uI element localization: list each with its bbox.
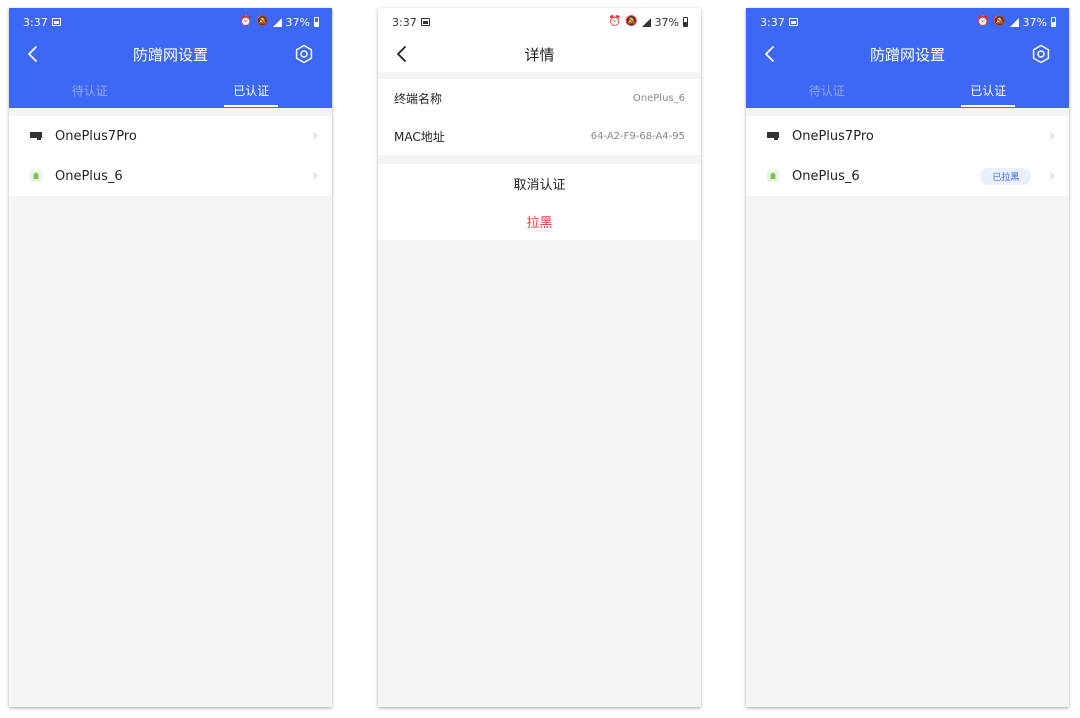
chevron-right-icon: › <box>1049 168 1055 184</box>
chevron-right-icon: › <box>1049 128 1055 144</box>
battery-percent: 37% <box>1022 15 1047 29</box>
status-bar: 3:37 ⏰ 🔕 37% <box>378 8 701 36</box>
status-time: 3:37 <box>392 15 417 29</box>
device-list: OnePlus7Pro › OnePlus_6 › <box>9 116 332 196</box>
mute-icon: 🔕 <box>256 16 269 27</box>
gear-icon[interactable] <box>294 44 314 64</box>
battery-icon <box>683 17 688 27</box>
mute-icon: 🔕 <box>625 16 638 27</box>
info-value: 64-A2-F9-68-A4-95 <box>590 130 685 142</box>
page-title: 防蹭网设置 <box>132 45 208 64</box>
tab-authenticated[interactable]: 已认证 <box>908 72 1070 108</box>
battery-percent: 37% <box>654 15 679 29</box>
monitor-icon <box>766 129 780 143</box>
phone-screen-device-details: 3:37 ⏰ 🔕 37% 详情 终端名称 OnePlus_6 MAC地址 64-… <box>378 8 701 707</box>
tab-authenticated[interactable]: 已认证 <box>171 72 333 108</box>
tab-bar: 待认证 已认证 <box>9 72 332 108</box>
battery-icon <box>1051 17 1056 27</box>
image-notification-icon <box>51 18 61 26</box>
android-icon <box>29 169 43 183</box>
cancel-auth-button[interactable]: 取消认证 <box>378 164 701 202</box>
device-row[interactable]: OnePlus_6 已拉黑 › <box>746 156 1069 196</box>
monitor-icon <box>29 129 43 143</box>
phone-screen-authenticated-list: 3:37 ⏰ 🔕 37% 防蹭网设置 待认证 已认证 OnePlus7Pro ›… <box>9 8 332 707</box>
device-row[interactable]: OnePlus_6 › <box>9 156 332 196</box>
alarm-icon: ⏰ <box>608 16 622 27</box>
page-title: 详情 <box>524 45 555 64</box>
tab-bar: 待认证 已认证 <box>746 72 1069 108</box>
device-name: OnePlus_6 <box>55 168 123 184</box>
mute-icon: 🔕 <box>993 16 1006 27</box>
info-label: MAC地址 <box>394 129 445 144</box>
screenshot-canvas: 3:37 ⏰ 🔕 37% 防蹭网设置 待认证 已认证 OnePlus7Pro ›… <box>0 0 1080 718</box>
alarm-icon: ⏰ <box>239 16 253 27</box>
status-time: 3:37 <box>760 15 785 29</box>
device-row[interactable]: OnePlus7Pro › <box>9 116 332 156</box>
device-name: OnePlus_6 <box>792 168 860 184</box>
tab-pending[interactable]: 待认证 <box>9 72 171 108</box>
device-row[interactable]: OnePlus7Pro › <box>746 116 1069 156</box>
status-time: 3:37 <box>23 15 48 29</box>
device-name: OnePlus7Pro <box>792 128 874 144</box>
device-list: OnePlus7Pro › OnePlus_6 已拉黑 › <box>746 116 1069 196</box>
device-name: OnePlus7Pro <box>55 128 137 144</box>
status-bar: 3:37 ⏰ 🔕 37% <box>746 8 1069 36</box>
nav-bar: 详情 <box>378 36 701 72</box>
android-icon <box>766 169 780 183</box>
back-icon[interactable] <box>392 44 412 64</box>
signal-icon <box>272 17 282 27</box>
info-row-mac-address: MAC地址 64-A2-F9-68-A4-95 <box>378 117 701 155</box>
nav-bar: 防蹭网设置 <box>9 36 332 72</box>
blacklist-button[interactable]: 拉黑 <box>378 202 701 240</box>
battery-percent: 37% <box>285 15 310 29</box>
alarm-icon: ⏰ <box>976 16 990 27</box>
chevron-right-icon: › <box>312 128 318 144</box>
info-row-terminal-name: 终端名称 OnePlus_6 <box>378 79 701 117</box>
info-label: 终端名称 <box>394 91 443 106</box>
actions-section: 取消认证 拉黑 <box>378 164 701 240</box>
back-icon[interactable] <box>23 44 43 64</box>
back-icon[interactable] <box>760 44 780 64</box>
battery-icon <box>314 17 319 27</box>
gear-icon[interactable] <box>1031 44 1051 64</box>
blacklisted-badge: 已拉黑 <box>980 167 1032 185</box>
phone-screen-authenticated-list-blacklisted: 3:37 ⏰ 🔕 37% 防蹭网设置 待认证 已认证 OnePlus7Pro ›… <box>746 8 1069 707</box>
image-notification-icon <box>420 18 430 26</box>
signal-icon <box>1009 17 1019 27</box>
info-value: OnePlus_6 <box>632 92 685 104</box>
page-title: 防蹭网设置 <box>869 45 945 64</box>
device-info-section: 终端名称 OnePlus_6 MAC地址 64-A2-F9-68-A4-95 <box>378 79 701 155</box>
nav-bar: 防蹭网设置 <box>746 36 1069 72</box>
image-notification-icon <box>788 18 798 26</box>
status-bar: 3:37 ⏰ 🔕 37% <box>9 8 332 36</box>
signal-icon <box>641 17 651 27</box>
chevron-right-icon: › <box>312 168 318 184</box>
tab-pending[interactable]: 待认证 <box>746 72 908 108</box>
